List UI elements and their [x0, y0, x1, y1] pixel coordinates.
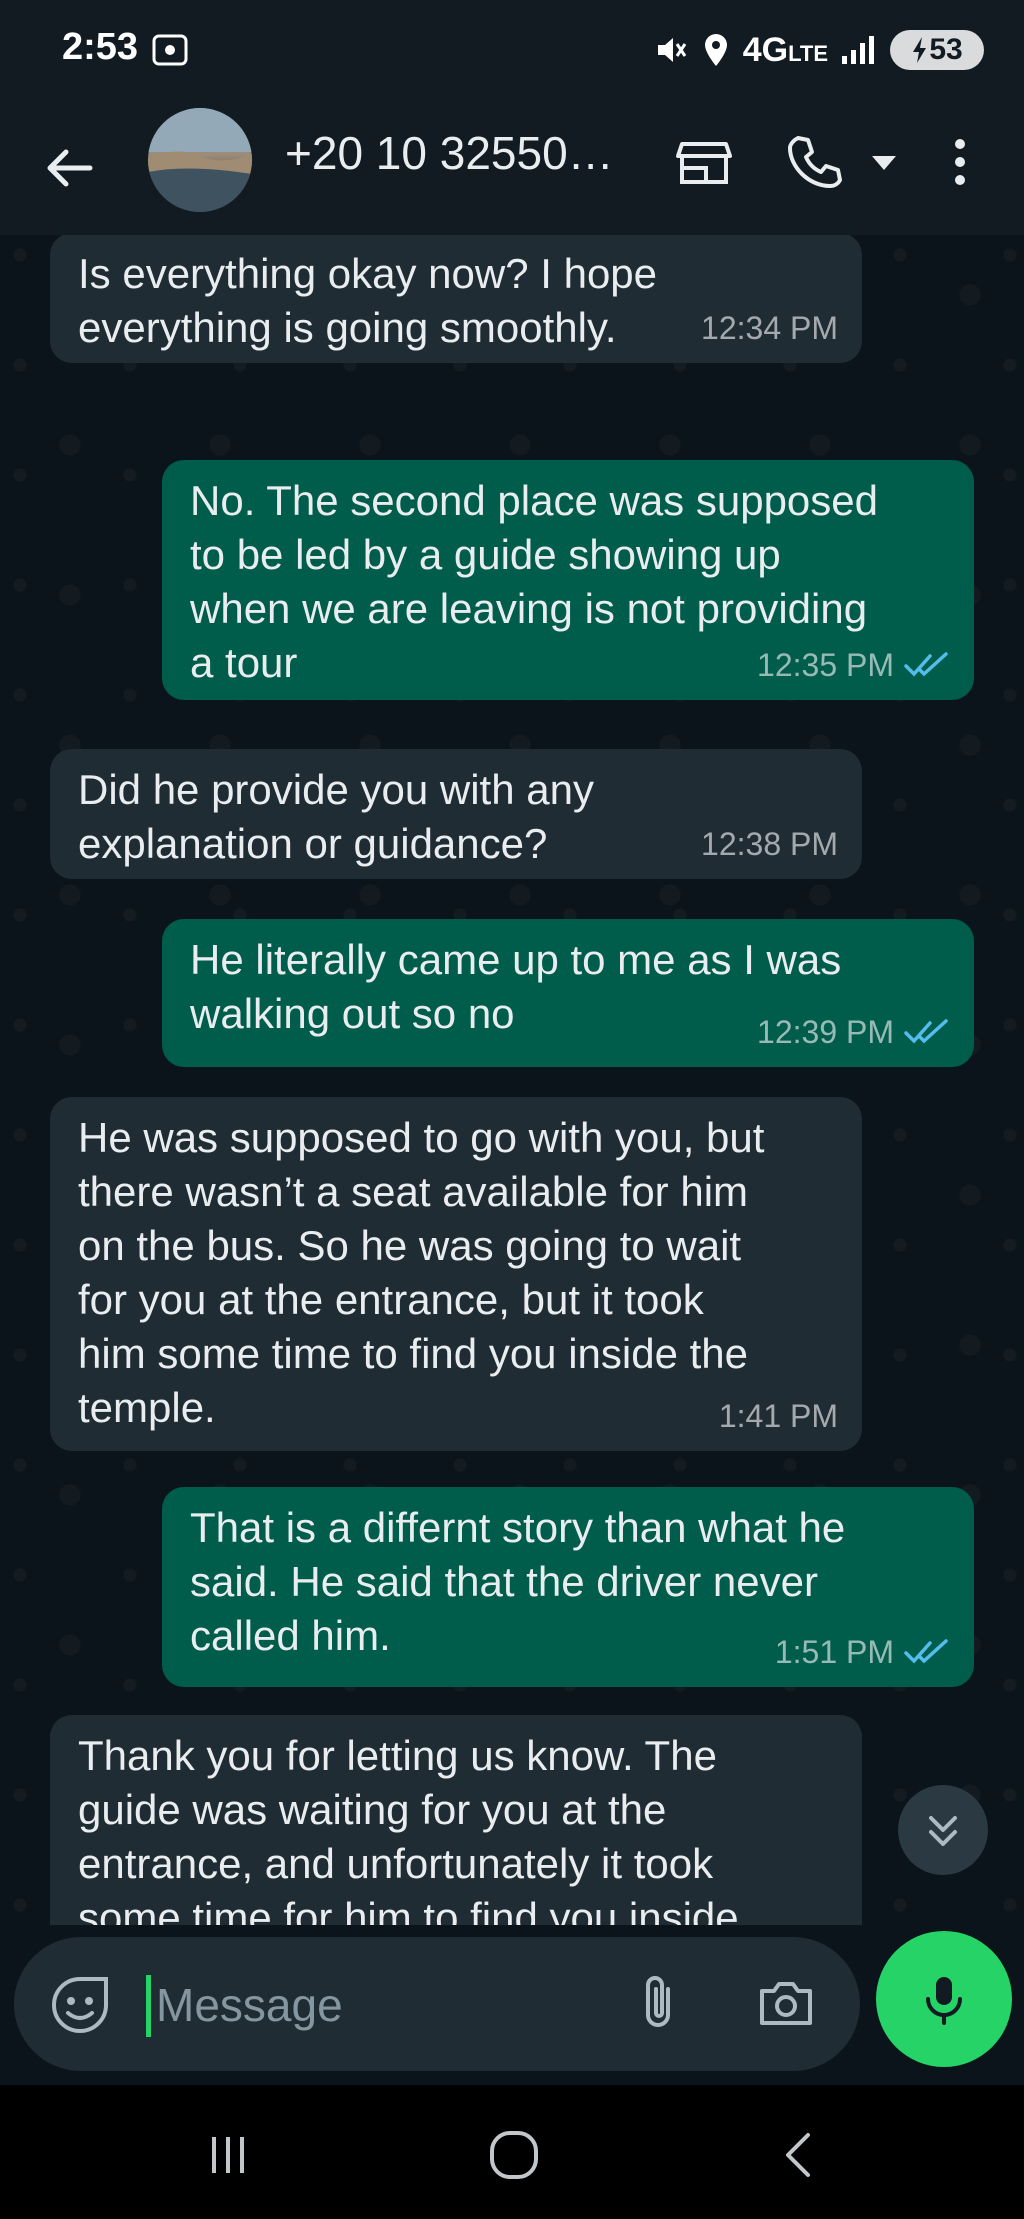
message-input-box[interactable] [14, 1937, 860, 2071]
sticker-icon[interactable] [48, 1973, 112, 2037]
message-incoming[interactable]: Is everything okay now? I hope everythin… [50, 235, 862, 363]
message-meta: 1:51 PM [775, 1625, 950, 1679]
message-input[interactable] [154, 1967, 608, 2043]
contact-avatar[interactable] [148, 108, 252, 212]
read-ticks-icon [904, 652, 948, 677]
message-meta: 12:39 PM [757, 1005, 950, 1059]
status-time: 2:53 [62, 26, 139, 68]
message-time: 12:35 PM [757, 647, 894, 683]
status-bar: 2:53 4GLTE 53 [0, 0, 1024, 100]
arrow-left-icon[interactable] [38, 136, 102, 200]
message-incoming[interactable]: Did he provide you with any explanation … [50, 749, 862, 879]
voice-message-button[interactable] [876, 1931, 1012, 2067]
contact-name[interactable]: +20 10 32550… [285, 126, 625, 180]
message-time: 1:41 PM [718, 1398, 838, 1434]
message-text: Thank you for letting us know. The guide… [78, 1732, 739, 1925]
phone-icon[interactable] [782, 130, 846, 194]
read-ticks-icon [904, 1019, 948, 1044]
status-indicators: 4GLTE 53 [653, 26, 984, 74]
battery-indicator: 53 [890, 30, 984, 70]
message-meta: 12:38 PM [701, 817, 838, 871]
network-type: 4GLTE [742, 30, 828, 69]
screen-record-icon [152, 34, 188, 66]
paperclip-icon[interactable] [628, 1971, 692, 2035]
message-time: 12:38 PM [701, 826, 838, 862]
message-incoming[interactable]: He was supposed to go with you, but ther… [50, 1097, 862, 1451]
message-time: 12:34 PM [701, 310, 838, 346]
location-icon [704, 34, 727, 66]
mute-icon [657, 38, 686, 62]
recent-apps-icon[interactable] [198, 2125, 258, 2185]
caret-down-icon[interactable] [866, 130, 902, 194]
double-chevron-down-icon [929, 1816, 957, 1846]
message-composer [0, 1925, 1024, 2085]
home-icon[interactable] [484, 2125, 544, 2185]
chat-area[interactable]: Is everything okay now? I hope everythin… [0, 235, 1024, 1925]
back-nav-icon[interactable] [770, 2125, 830, 2185]
message-outgoing[interactable]: That is a differnt story than what he sa… [162, 1487, 974, 1687]
message-text: He was supposed to go with you, but ther… [78, 1114, 765, 1431]
message-time: 1:51 PM [774, 1634, 894, 1670]
chat-header: +20 10 32550… [0, 100, 1024, 235]
read-ticks-icon [904, 1639, 948, 1664]
message-outgoing[interactable]: No. The second place was supposed to be … [162, 460, 974, 700]
system-nav-bar [0, 2085, 1024, 2219]
more-vertical-icon[interactable] [936, 130, 984, 194]
charging-icon [913, 37, 927, 63]
avatar-photo [148, 108, 252, 212]
text-caret [146, 1975, 151, 2037]
signal-icon [842, 36, 874, 64]
storefront-icon[interactable] [672, 130, 736, 194]
message-meta: 12:35 PM [757, 638, 950, 692]
message-time: 12:39 PM [757, 1014, 894, 1050]
message-meta: 12:34 PM [701, 301, 838, 355]
message-outgoing[interactable]: He literally came up to me as I was walk… [162, 919, 974, 1067]
message-incoming[interactable]: Thank you for letting us know. The guide… [50, 1715, 862, 1925]
message-meta: 1:41 PM [719, 1389, 838, 1443]
camera-icon[interactable] [754, 1971, 818, 2035]
scroll-to-bottom-button[interactable] [898, 1785, 988, 1875]
microphone-icon [926, 1977, 962, 2025]
